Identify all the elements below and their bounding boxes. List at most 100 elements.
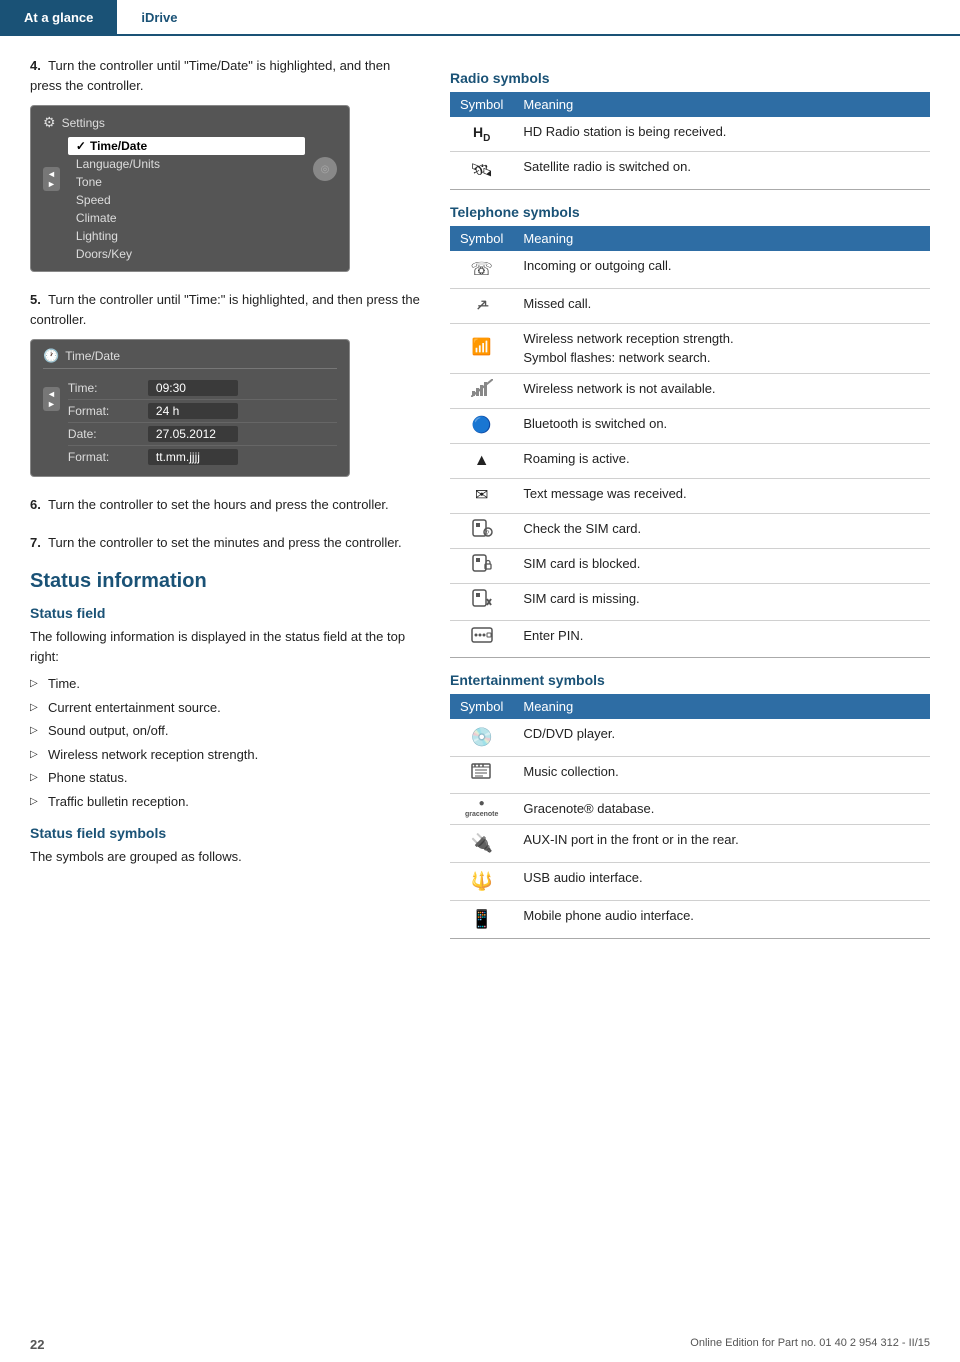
tel-col-meaning: Meaning (513, 226, 930, 251)
tel-meaning-call: Incoming or outgoing call. (513, 251, 930, 289)
tab-at-a-glance-label: At a glance (24, 10, 93, 25)
time-value: 09:30 (148, 380, 238, 396)
ent-symbol-music (450, 756, 513, 793)
radio-symbols-section: Radio symbols Symbol Meaning HD HD Radio… (450, 70, 930, 190)
radio-symbol-hd: HD (450, 117, 513, 151)
ent-col-symbol: Symbol (450, 694, 513, 719)
entertainment-symbols-title: Entertainment symbols (450, 672, 930, 688)
status-field-bullets: Time. Current entertainment source. Soun… (30, 672, 420, 813)
table-row: Enter PIN. (450, 620, 930, 657)
table-row: ↗̶ Missed call. (450, 288, 930, 323)
settings-menu: ✓ Time/Date Language/Units Tone Speed Cl… (68, 137, 305, 263)
no-signal-icon (471, 379, 493, 397)
tel-meaning-pin: Enter PIN. (513, 620, 930, 657)
tel-meaning-blocked-sim: SIM card is blocked. (513, 548, 930, 583)
table-row: ☏ Incoming or outgoing call. (450, 251, 930, 289)
missing-sim-icon (471, 589, 493, 607)
radio-col-symbol: Symbol (450, 92, 513, 117)
format-row-2: Format: tt.mm.jjjj (68, 446, 337, 468)
enter-pin-icon (471, 626, 493, 644)
step-4-text: 4. Turn the controller until "Time/Date"… (30, 56, 420, 95)
entertainment-symbols-table: Symbol Meaning 💿 CD/DVD player. (450, 694, 930, 939)
tab-idrive-label: iDrive (141, 10, 177, 25)
radio-table-header: Symbol Meaning (450, 92, 930, 117)
tel-col-symbol: Symbol (450, 226, 513, 251)
step-6-number: 6. (30, 497, 41, 512)
status-information-section: Status information Status field The foll… (30, 570, 420, 867)
table-row: 🔱 USB audio interface. (450, 862, 930, 900)
tab-at-a-glance[interactable]: At a glance (0, 0, 117, 34)
tel-symbol-no-signal (450, 373, 513, 408)
ent-symbol-usb: 🔱 (450, 862, 513, 900)
telephone-table-header: Symbol Meaning (450, 226, 930, 251)
ent-col-meaning: Meaning (513, 694, 930, 719)
table-row: SIM card is missing. (450, 583, 930, 620)
table-row: HD HD Radio station is being received. (450, 117, 930, 151)
nav-arrows-widget: ◄ ► (43, 167, 60, 191)
tab-idrive[interactable]: iDrive (117, 0, 201, 34)
tel-symbol-missing-sim (450, 583, 513, 620)
tel-symbol-signal: 📶 (450, 323, 513, 373)
blocked-sim-icon (471, 554, 493, 572)
step-7-text: 7. Turn the controller to set the minute… (30, 533, 420, 553)
page-number: 22 (30, 1337, 44, 1352)
timedate-rows: Time: 09:30 Format: 24 h Date: 27.05.201… (68, 377, 337, 468)
settings-title: Settings (62, 116, 105, 130)
settings-title-bar: ⚙ Settings (43, 114, 337, 131)
format-label-1: Format: (68, 404, 148, 418)
radio-symbols-title: Radio symbols (450, 70, 930, 86)
table-row: 💿 CD/DVD player. (450, 719, 930, 757)
controller-knob: ◎ (313, 157, 337, 181)
time-label: Time: (68, 381, 148, 395)
right-column: Radio symbols Symbol Meaning HD HD Radio… (450, 56, 930, 953)
format-label-2: Format: (68, 450, 148, 464)
tel-meaning-signal: Wireless network reception strength.Symb… (513, 323, 930, 373)
step-4-number: 4. (30, 58, 41, 73)
settings-screenshot: ⚙ Settings ◄ ► ✓ Time/Date Language/Unit… (30, 105, 350, 272)
edition-text: Online Edition for Part no. 01 40 2 954 … (690, 1337, 930, 1352)
ent-meaning-usb: USB audio interface. (513, 862, 930, 900)
gear-icon: ⚙ (43, 114, 56, 131)
table-row: ●gracenote Gracenote® database. (450, 793, 930, 824)
status-field-symbols-intro: The symbols are grouped as follows. (30, 847, 420, 867)
date-row: Date: 27.05.2012 (68, 423, 337, 446)
tel-meaning-no-signal: Wireless network is not available. (513, 373, 930, 408)
tel-symbol-bluetooth: 🔵 (450, 408, 513, 443)
status-field-intro: The following information is displayed i… (30, 627, 420, 666)
format-value-1: 24 h (148, 403, 238, 419)
format-value-2: tt.mm.jjjj (148, 449, 238, 465)
status-field-heading: Status field (30, 605, 420, 621)
tel-meaning-sms: Text message was received. (513, 478, 930, 513)
tel-symbol-missed: ↗̶ (450, 288, 513, 323)
table-row: ▲ Roaming is active. (450, 443, 930, 478)
clock-icon: 🕐 (43, 348, 59, 364)
step-5: 5. Turn the controller until "Time:" is … (30, 290, 420, 477)
step-5-text: 5. Turn the controller until "Time:" is … (30, 290, 420, 329)
date-label: Date: (68, 427, 148, 441)
tel-meaning-missing-sim: SIM card is missing. (513, 583, 930, 620)
bullet-traffic: Traffic bulletin reception. (30, 790, 420, 814)
format-row-1: Format: 24 h (68, 400, 337, 423)
table-row: 📶 Wireless network reception strength.Sy… (450, 323, 930, 373)
telephone-symbols-table: Symbol Meaning ☏ Incoming or outgoing ca… (450, 226, 930, 658)
tel-symbol-roaming: ▲ (450, 443, 513, 478)
check-sim-icon: ? (471, 519, 493, 537)
page-header: At a glance iDrive (0, 0, 960, 36)
checkmark-icon: ✓ (76, 139, 86, 153)
ent-symbol-mobile: 📱 (450, 900, 513, 938)
table-row: Wireless network is not available. (450, 373, 930, 408)
tel-meaning-check-sim: Check the SIM card. (513, 513, 930, 548)
tel-symbol-blocked-sim (450, 548, 513, 583)
gracenote-text: ●gracenote (460, 799, 503, 819)
entertainment-table-header: Symbol Meaning (450, 694, 930, 719)
ent-meaning-cddvd: CD/DVD player. (513, 719, 930, 757)
telephone-symbols-section: Telephone symbols Symbol Meaning ☏ Incom… (450, 204, 930, 658)
table-row: 📱 Mobile phone audio interface. (450, 900, 930, 938)
step-6-text: 6. Turn the controller to set the hours … (30, 495, 420, 515)
timedate-screenshot: 🕐 Time/Date ◄ ► Time: 09:30 Forma (30, 339, 350, 477)
table-row: ✉ Text message was received. (450, 478, 930, 513)
menu-item-doors: Doors/Key (68, 245, 305, 263)
timedate-title: Time/Date (65, 349, 120, 363)
status-information-heading: Status information (30, 570, 420, 593)
tel-symbol-pin (450, 620, 513, 657)
